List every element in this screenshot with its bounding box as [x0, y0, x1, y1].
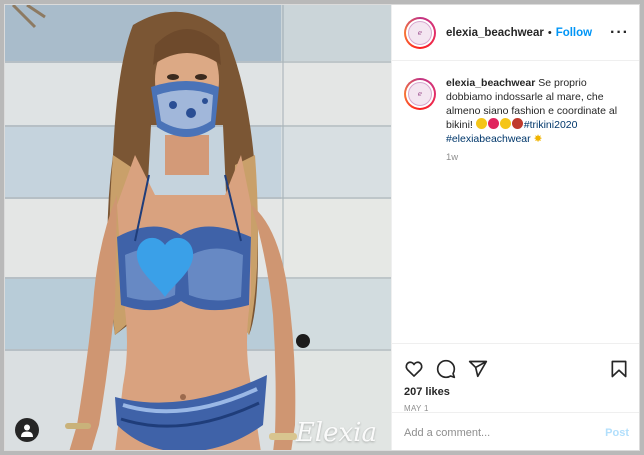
comment-form: Post [392, 412, 639, 450]
comment-icon[interactable] [436, 359, 456, 379]
caption-timestamp[interactable]: 1w [446, 152, 629, 163]
post-actions: 207 likes MAY 1 [392, 343, 639, 413]
brand-logo-icon: e [408, 82, 432, 106]
likes-count[interactable]: 207 likes [392, 386, 639, 398]
caption-comment: e elexia_beachwear Se proprio dobbiamo i… [404, 76, 629, 146]
hashtag-link[interactable]: #trikini2020 [524, 119, 578, 131]
bikini-emoji-icon [511, 118, 523, 129]
sunglasses-emoji-icon [499, 118, 511, 129]
caption-section: e elexia_beachwear Se proprio dobbiamo i… [392, 62, 639, 292]
separator-dot: • [547, 26, 552, 39]
user-icon [21, 424, 33, 437]
brand-logo-icon: e [408, 20, 432, 45]
follow-button[interactable]: Follow [556, 27, 592, 39]
heart-icon[interactable] [404, 359, 424, 379]
image-watermark: Elexia [295, 418, 377, 448]
sun-emoji-icon: ✸ [533, 133, 543, 145]
avatar[interactable]: e [404, 16, 436, 49]
action-bar [392, 344, 639, 384]
photo-illustration [5, 5, 391, 450]
more-options-icon[interactable]: ··· [610, 24, 629, 42]
post-dialog: Elexia e elexia_beachwear • Follow ··· e… [4, 4, 640, 451]
post-image[interactable]: Elexia [5, 5, 391, 450]
post-header: e elexia_beachwear • Follow ··· [392, 5, 639, 61]
share-icon[interactable] [468, 359, 488, 379]
post-comment-button[interactable]: Post [605, 427, 629, 439]
caption-username[interactable]: elexia_beachwear [446, 77, 535, 89]
smile-emoji-icon [475, 118, 487, 129]
tagged-users-button[interactable] [15, 418, 39, 442]
hashtag-link[interactable]: #elexiabeachwear [446, 133, 531, 145]
caption-avatar[interactable]: e [404, 78, 436, 110]
comment-input[interactable] [404, 426, 606, 439]
bookmark-icon[interactable] [609, 359, 629, 379]
heart-emoji-icon [487, 118, 499, 129]
post-side-panel: e elexia_beachwear • Follow ··· e elexia… [391, 5, 639, 450]
header-username[interactable]: elexia_beachwear [446, 27, 544, 39]
caption-text: elexia_beachwear Se proprio dobbiamo ind… [446, 76, 629, 146]
